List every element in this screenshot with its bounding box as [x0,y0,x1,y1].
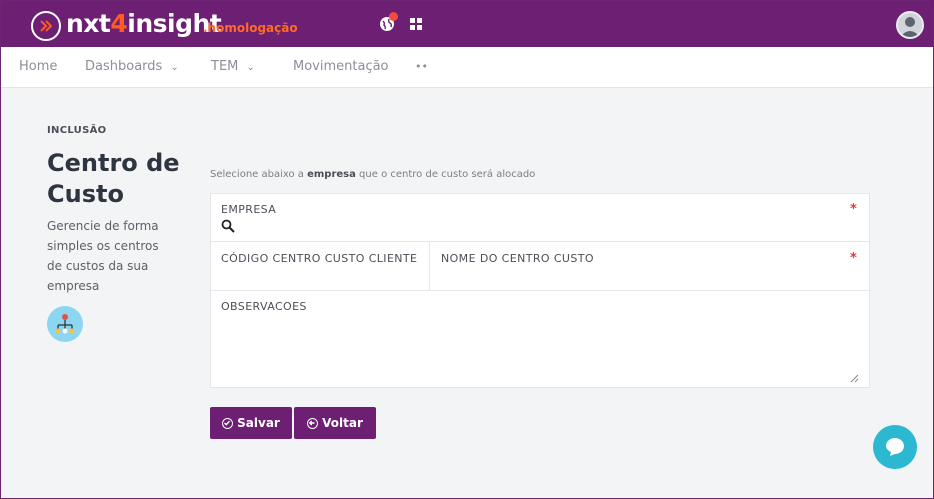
save-button[interactable]: Salvar [210,407,292,439]
brand-part-1: nxt [66,9,111,38]
save-button-label: Salvar [237,416,280,430]
nav-item-movimentacao[interactable]: Movimentação [293,59,389,74]
empresa-search-input[interactable] [239,217,839,235]
chat-icon[interactable] [873,425,917,469]
section-label: INCLUSÃO [47,125,107,136]
required-mark: * [850,202,857,217]
notification-badge [389,12,398,21]
observacoes-textarea[interactable] [213,319,865,381]
resize-grip-icon[interactable] [849,373,859,383]
hint-suffix: que o centro de custo será alocado [355,169,536,180]
column-divider [429,242,430,290]
user-avatar-icon[interactable] [896,11,924,39]
apps-grid-icon[interactable] [410,18,423,31]
nav-item-label: Dashboards [85,59,163,74]
check-circle-icon [222,417,234,429]
chevron-down-icon: ⌄ [246,62,255,73]
nav-item-label: Home [19,59,58,74]
hint-bold: empresa [307,169,356,180]
main-nav: Home Dashboards ⌄ TEM ⌄ Movimentação •• [1,47,933,88]
back-button[interactable]: Voltar [294,407,376,439]
codigo-input[interactable] [221,268,421,286]
brand-logo[interactable]: nxt4insight [66,9,222,38]
nome-label: NOME DO CENTRO CUSTO [441,252,594,265]
nav-item-dashboards[interactable]: Dashboards ⌄ [85,59,179,74]
nav-item-label: TEM [211,59,239,74]
page-description: Gerencie de forma simples os centros de … [47,219,159,293]
search-icon[interactable] [221,219,235,233]
more-dots-icon: •• [415,60,428,73]
nav-more[interactable]: •• [415,60,428,73]
nav-item-tem[interactable]: TEM ⌄ [211,59,255,74]
nav-item-home[interactable]: Home [19,59,57,74]
observacoes-label: OBSERVACOES [221,300,307,313]
brand-part-2: 4 [110,9,128,38]
required-mark: * [850,251,857,266]
environment-label: .homologação [203,21,298,35]
empresa-label: EMPRESA [221,203,277,216]
chevron-down-icon: ⌄ [170,62,179,73]
row-divider [211,241,869,242]
hint-prefix: Selecione abaixo a [210,169,308,180]
row-divider [211,290,869,291]
back-button-label: Voltar [322,416,363,430]
logo-chevrons-icon[interactable] [31,11,61,41]
arrow-left-circle-icon [307,417,319,429]
nome-input[interactable] [441,268,841,286]
top-bar: nxt4insight .homologação [1,1,933,47]
nav-item-label: Movimentação [293,59,389,74]
form-hint: Selecione abaixo a empresa que o centro … [210,169,535,180]
codigo-label: CÓDIGO CENTRO CUSTO CLIENTE [221,252,418,265]
org-tree-icon [47,306,83,342]
page-title: Centro de Custo [47,149,180,208]
